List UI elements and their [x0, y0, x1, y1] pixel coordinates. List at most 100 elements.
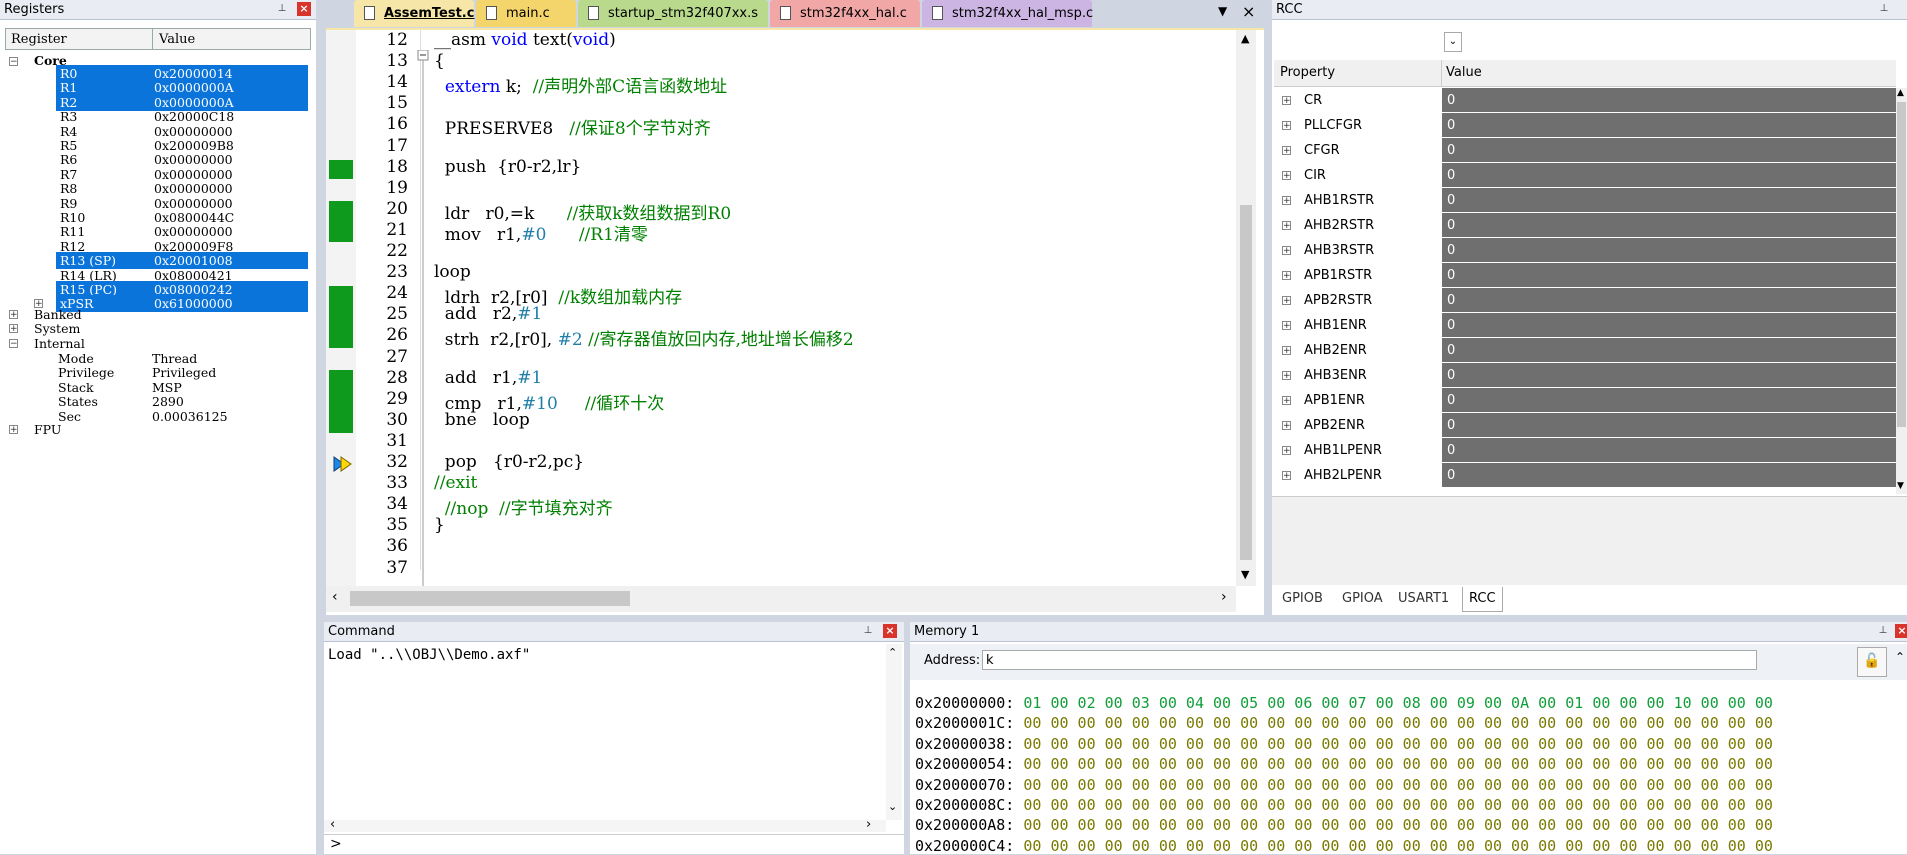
memory-row[interactable]: 0x200000C4: 00 00 00 00 00 00 00 00 00 0…: [915, 837, 1773, 854]
rcc-property-value[interactable]: 0: [1442, 263, 1896, 287]
rcc-property-value[interactable]: 0: [1442, 463, 1896, 487]
memory-row[interactable]: 0x20000070: 00 00 00 00 00 00 00 00 00 0…: [915, 776, 1773, 797]
tab-0[interactable]: AssemTest.c: [354, 0, 474, 27]
memory-row[interactable]: 0x2000001C: 00 00 00 00 00 00 00 00 00 0…: [915, 714, 1773, 735]
register-row[interactable]: xPSR 0x61000000: [56, 295, 308, 313]
rcc-row[interactable]: + APB1RSTR 0: [1274, 263, 1896, 288]
pin-icon[interactable]: ⊥: [1878, 3, 1890, 15]
expand-icon[interactable]: +: [1282, 246, 1291, 256]
scroll-down-icon[interactable]: ▼: [1897, 481, 1904, 491]
tab-2[interactable]: startup_stm32f407xx.s: [578, 0, 768, 27]
code-line[interactable]: add r2,#1: [434, 304, 543, 324]
code-line[interactable]: mov r1,#0 //R1清零: [434, 220, 648, 245]
expand-icon[interactable]: +: [1282, 96, 1291, 106]
register-value[interactable]: 0x61000000: [154, 295, 233, 312]
rcc-row[interactable]: + AHB1RSTR 0: [1274, 188, 1896, 213]
code-area[interactable]: 12 __asm void text(void) 13{14 extern k; /…: [326, 30, 1236, 589]
peripheral-tab-3[interactable]: RCC: [1462, 587, 1503, 612]
rcc-property-value[interactable]: 0: [1442, 313, 1896, 337]
close-tab-icon[interactable]: ×: [1242, 2, 1255, 21]
col-value[interactable]: Value: [159, 32, 195, 47]
command-hscrollbar[interactable]: ‹ ›: [324, 817, 886, 832]
close-icon[interactable]: ×: [297, 2, 311, 16]
expand-icon[interactable]: +: [1282, 346, 1291, 356]
memory-row[interactable]: 0x20000000: 01 00 02 00 03 00 04 00 05 0…: [915, 694, 1773, 715]
rcc-row[interactable]: + PLLCFGR 0: [1274, 113, 1896, 138]
expand-icon[interactable]: +: [1282, 446, 1291, 456]
rcc-vscrollbar[interactable]: ▲ ▼: [1896, 88, 1907, 494]
vscroll-thumb[interactable]: [1240, 205, 1252, 560]
rcc-property-value[interactable]: 0: [1442, 188, 1896, 212]
scroll-up-icon[interactable]: ⌃: [1895, 650, 1905, 664]
rcc-row[interactable]: + AHB3RSTR 0: [1274, 238, 1896, 263]
expand-icon[interactable]: +: [1282, 121, 1291, 131]
code-line[interactable]: __asm void text(void): [434, 30, 616, 50]
scroll-up-icon[interactable]: ▲: [1241, 32, 1249, 45]
code-line[interactable]: push {r0-r2,lr}: [434, 157, 582, 177]
expand-icon[interactable]: +: [1282, 271, 1291, 281]
peripheral-tab-2[interactable]: USART1: [1392, 587, 1455, 611]
pin-icon[interactable]: ⊥: [1877, 625, 1889, 637]
rcc-property-value[interactable]: 0: [1442, 388, 1896, 412]
rcc-property-value[interactable]: 0: [1442, 163, 1896, 187]
expand-icon[interactable]: +: [1282, 371, 1291, 381]
rcc-row[interactable]: + AHB1ENR 0: [1274, 313, 1896, 338]
rcc-property-value[interactable]: 0: [1442, 338, 1896, 362]
rcc-row[interactable]: + AHB2ENR 0: [1274, 338, 1896, 363]
tab-4[interactable]: stm32f4xx_hal_msp.c: [922, 0, 1093, 27]
memory-row[interactable]: 0x20000054: 00 00 00 00 00 00 00 00 00 0…: [915, 755, 1773, 776]
memory-row[interactable]: 0x2000008C: 00 00 00 00 00 00 00 00 00 0…: [915, 796, 1773, 817]
memory-bytes[interactable]: 01 00 02 00 03 00 04 00 05 00 06 00 07 0…: [1023, 694, 1773, 712]
expand-icon[interactable]: +: [1282, 146, 1291, 156]
tab-1[interactable]: main.c: [476, 0, 576, 27]
tab-3[interactable]: stm32f4xx_hal.c: [770, 0, 920, 27]
expand-icon[interactable]: +: [9, 425, 18, 435]
code-line[interactable]: bne loop: [434, 410, 530, 430]
scroll-up-icon[interactable]: ⌃: [888, 646, 897, 659]
memory-row[interactable]: 0x20000038: 00 00 00 00 00 00 00 00 00 0…: [915, 735, 1773, 756]
col-value[interactable]: Value: [1446, 65, 1482, 80]
rcc-row[interactable]: + APB2ENR 0: [1274, 413, 1896, 438]
rcc-property-value[interactable]: 0: [1442, 88, 1896, 112]
col-property[interactable]: Property: [1280, 65, 1335, 80]
memory-row[interactable]: 0x200000A8: 00 00 00 00 00 00 00 00 00 0…: [915, 816, 1773, 837]
rcc-property-value[interactable]: 0: [1442, 113, 1896, 137]
rcc-row[interactable]: + CR 0: [1274, 88, 1896, 113]
code-line[interactable]: extern k; //声明外部C语言函数地址: [434, 72, 727, 97]
rcc-property-value[interactable]: 0: [1442, 288, 1896, 312]
close-icon[interactable]: ×: [883, 624, 897, 638]
rcc-property-value[interactable]: 0: [1442, 413, 1896, 437]
rcc-property-value[interactable]: 0: [1442, 238, 1896, 262]
memory-bytes[interactable]: 00 00 00 00 00 00 00 00 00 00 00 00 00 0…: [1023, 776, 1773, 794]
rcc-row[interactable]: + CIR 0: [1274, 163, 1896, 188]
expand-icon[interactable]: +: [1282, 196, 1291, 206]
editor-vscrollbar[interactable]: ▲ ▼: [1236, 30, 1256, 586]
editor-hscrollbar[interactable]: ‹ ›: [326, 586, 1236, 612]
expand-icon[interactable]: +: [1282, 171, 1291, 181]
memory-grid[interactable]: 0x20000000: 01 00 02 00 03 00 04 00 05 0…: [910, 694, 1895, 854]
code-line[interactable]: strh r2,[r0], #2 //寄存器值放回内存,地址增长偏移2: [434, 325, 854, 350]
command-vscrollbar[interactable]: ⌃ ⌄: [886, 644, 902, 820]
rcc-vscroll-thumb[interactable]: [1897, 102, 1906, 427]
collapse-icon[interactable]: −: [9, 57, 18, 67]
expand-icon[interactable]: +: [9, 324, 18, 334]
rcc-property-value[interactable]: 0: [1442, 363, 1896, 387]
scroll-left-icon[interactable]: ‹: [332, 589, 338, 605]
memory-bytes[interactable]: 00 00 00 00 00 00 00 00 00 00 00 00 00 0…: [1023, 837, 1773, 854]
hscroll-thumb[interactable]: [350, 591, 630, 606]
scroll-down-icon[interactable]: ▼: [1241, 568, 1249, 581]
rcc-property-value[interactable]: 0: [1442, 138, 1896, 162]
rcc-property-value[interactable]: 0: [1442, 438, 1896, 462]
memory-bytes[interactable]: 00 00 00 00 00 00 00 00 00 00 00 00 00 0…: [1023, 796, 1773, 814]
peripheral-dropdown[interactable]: ⌄: [1444, 32, 1462, 52]
rcc-row[interactable]: + AHB3ENR 0: [1274, 363, 1896, 388]
expand-icon[interactable]: +: [1282, 396, 1291, 406]
rcc-row[interactable]: + APB2RSTR 0: [1274, 288, 1896, 313]
memory-bytes[interactable]: 00 00 00 00 00 00 00 00 00 00 00 00 00 0…: [1023, 816, 1773, 834]
expand-icon[interactable]: +: [1282, 471, 1291, 481]
tab-dropdown-icon[interactable]: ▼: [1218, 4, 1227, 18]
expand-icon[interactable]: +: [1282, 296, 1291, 306]
memory-bytes[interactable]: 00 00 00 00 00 00 00 00 00 00 00 00 00 0…: [1023, 735, 1773, 753]
peripheral-tab-1[interactable]: GPIOA: [1336, 587, 1389, 611]
scroll-down-icon[interactable]: ⌄: [888, 800, 897, 813]
